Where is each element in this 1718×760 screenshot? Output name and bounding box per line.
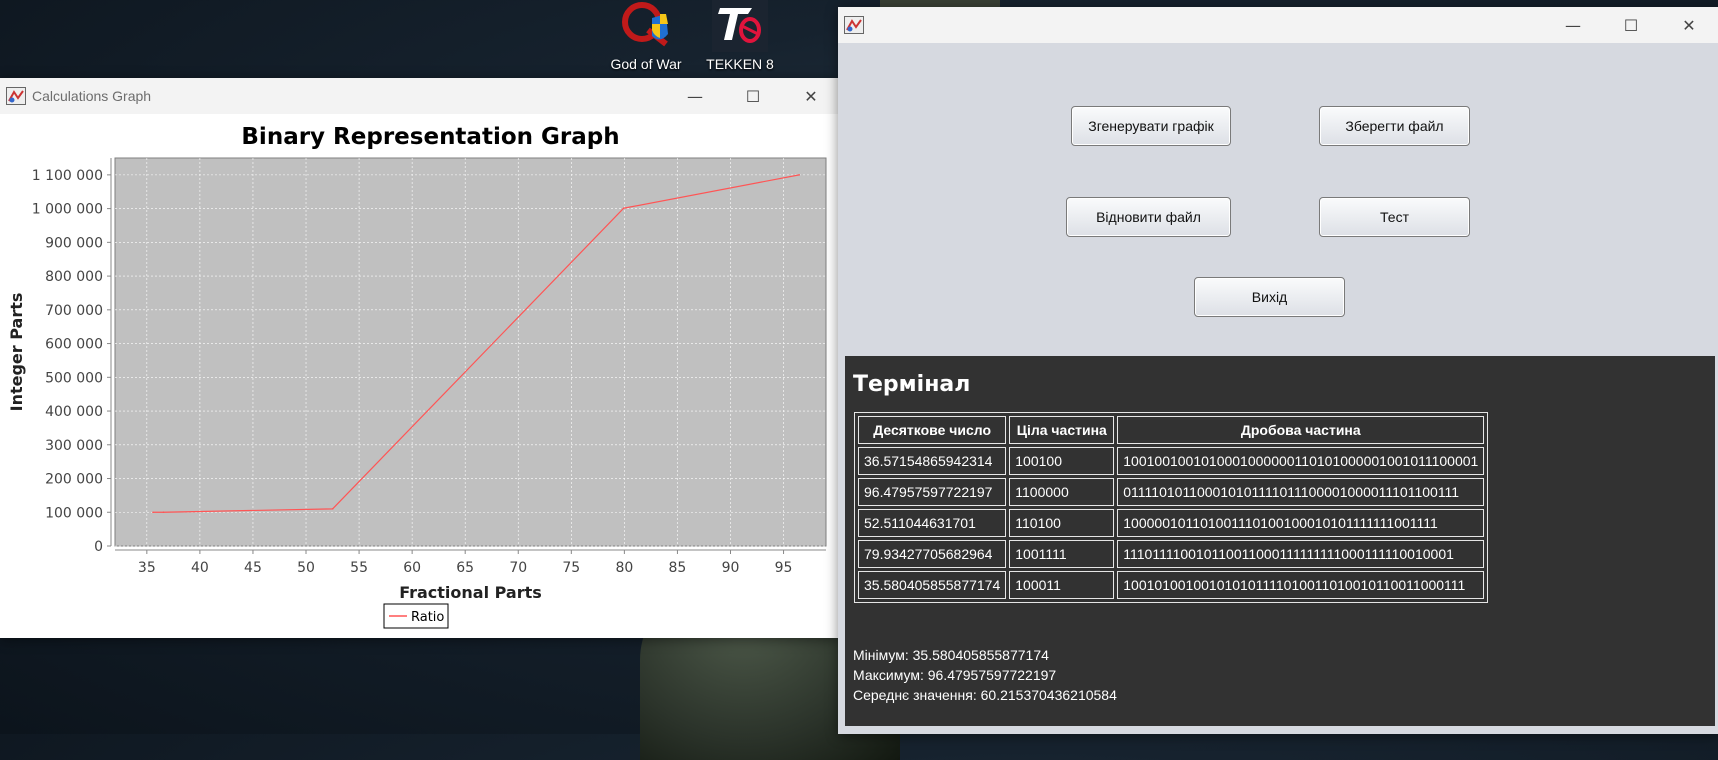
x-tick-label: 95 xyxy=(775,560,793,576)
data-point xyxy=(798,174,801,176)
tekken-8-icon xyxy=(712,0,768,52)
stat-maximum: Максимум: 96.47957597722197 xyxy=(853,667,1057,683)
cell-fraction: 1001001001010001000000110101000001001011… xyxy=(1117,447,1485,475)
desktop-icon-label: God of War xyxy=(610,56,682,72)
maximize-button[interactable]: ☐ xyxy=(1602,7,1660,43)
terminal-title: Термінал xyxy=(853,372,971,397)
results-table: Десяткове число Ціла частина Дробова час… xyxy=(854,412,1489,603)
desktop-icon-label: TEKKEN 8 xyxy=(706,56,774,72)
table-row: 96.47957597722197 1100000 01111010110001… xyxy=(858,478,1485,506)
y-axis-label: Integer Parts xyxy=(7,293,26,412)
y-tick-label: 0 xyxy=(94,539,103,555)
header-decimal: Десяткове число xyxy=(858,416,1007,444)
x-tick-label: 40 xyxy=(191,560,209,576)
x-tick-label: 50 xyxy=(297,560,315,576)
plot-background xyxy=(114,157,827,547)
test-button[interactable]: Тест xyxy=(1319,197,1470,237)
main-window-titlebar[interactable]: — ☐ ✕ xyxy=(838,7,1718,43)
chart-title: Binary Representation Graph xyxy=(241,124,619,150)
y-tick-label: 1 100 000 xyxy=(32,168,103,184)
table-row: 35.580405855877174 100011 10010100100101… xyxy=(858,571,1485,599)
minimize-button[interactable]: — xyxy=(666,78,724,114)
cell-integer: 100100 xyxy=(1009,447,1115,475)
x-tick-label: 60 xyxy=(403,560,421,576)
x-tick-label: 75 xyxy=(562,560,580,576)
x-tick-label: 55 xyxy=(350,560,368,576)
x-tick-label: 90 xyxy=(722,560,740,576)
y-tick-label: 800 000 xyxy=(45,269,103,285)
window-title: Calculations Graph xyxy=(32,88,152,104)
save-file-button[interactable]: Зберегти файл xyxy=(1319,106,1470,146)
cell-integer: 1100000 xyxy=(1009,478,1115,506)
header-fractional-part: Дробова частина xyxy=(1117,416,1485,444)
y-tick-label: 200 000 xyxy=(45,472,103,488)
x-axis-label: Fractional Parts xyxy=(399,583,542,602)
maximize-button[interactable]: ☐ xyxy=(724,78,782,114)
x-tick-label: 85 xyxy=(669,560,687,576)
cell-integer: 110100 xyxy=(1009,509,1115,537)
header-integer-part: Ціла частина xyxy=(1009,416,1115,444)
cell-decimal: 36.57154865942314 xyxy=(858,447,1007,475)
cell-fraction: 0111101011000101011110111000010000111011… xyxy=(1117,478,1485,506)
calculations-graph-window: Calculations Graph — ☐ ✕ 35 40 45 50 55 60 65 7… xyxy=(0,78,840,638)
desktop-icon-god-of-war[interactable]: God of War xyxy=(598,0,694,72)
y-tick-label: 900 000 xyxy=(45,235,103,251)
x-tick-label: 35 xyxy=(138,560,156,576)
x-tick-label: 45 xyxy=(244,560,262,576)
statistics-block: Мінімум: 35.580405855877174 Максимум: 96… xyxy=(853,645,1117,705)
stat-average: Середнє значення: 60.215370436210584 xyxy=(853,687,1117,703)
terminal-panel: Термінал Десяткове число Ціла частина Др… xyxy=(845,356,1715,726)
cell-integer: 1001111 xyxy=(1009,540,1115,568)
close-button[interactable]: ✕ xyxy=(782,78,840,114)
cell-decimal: 96.47957597722197 xyxy=(858,478,1007,506)
close-button[interactable]: ✕ xyxy=(1660,7,1718,43)
table-row: 52.511044631701 110100 10000010110100111… xyxy=(858,509,1485,537)
cell-integer: 100011 xyxy=(1009,571,1115,599)
y-tick-label: 1 000 000 xyxy=(32,202,103,218)
restore-file-button[interactable]: Відновити файл xyxy=(1066,197,1231,237)
cell-fraction: 1000001011010011101001000101011111110011… xyxy=(1117,509,1485,537)
cell-decimal: 35.580405855877174 xyxy=(858,571,1007,599)
table-header-row: Десяткове число Ціла частина Дробова час… xyxy=(858,416,1485,444)
desktop-icon-tekken-8[interactable]: TEKKEN 8 xyxy=(692,0,788,72)
x-tick-label: 70 xyxy=(509,560,527,576)
y-tick-label: 400 000 xyxy=(45,404,103,420)
x-tick-label: 80 xyxy=(615,560,633,576)
data-point xyxy=(152,511,154,514)
y-tick-label: 100 000 xyxy=(45,505,103,521)
legend-label: Ratio xyxy=(411,610,444,625)
minimize-button[interactable]: — xyxy=(1544,7,1602,43)
line-chart: 35 40 45 50 55 60 65 70 75 80 85 90 95 0 100 000 200 00… xyxy=(7,124,827,629)
table-row: 79.93427705682964 1001111 11101111001011… xyxy=(858,540,1485,568)
cell-fraction: 1001010010010101011110100110100101100110… xyxy=(1117,571,1485,599)
cell-decimal: 79.93427705682964 xyxy=(858,540,1007,568)
x-tick-label: 65 xyxy=(456,560,474,576)
java-app-icon xyxy=(6,87,26,105)
stat-minimum: Мінімум: 35.580405855877174 xyxy=(853,647,1049,663)
table-row: 36.57154865942314 100100 100100100101000… xyxy=(858,447,1485,475)
data-point xyxy=(331,508,334,510)
chart-panel: 35 40 45 50 55 60 65 70 75 80 85 90 95 0 100 000 200 00… xyxy=(0,114,840,638)
exit-button[interactable]: Вихід xyxy=(1194,277,1345,317)
graph-window-titlebar[interactable]: Calculations Graph — ☐ ✕ xyxy=(0,78,840,114)
java-app-icon xyxy=(844,16,864,34)
data-point xyxy=(622,207,625,210)
y-tick-label: 500 000 xyxy=(45,370,103,386)
cell-fraction: 1110111100101100110001111111110001111100… xyxy=(1117,540,1485,568)
god-of-war-icon xyxy=(618,0,674,52)
cell-decimal: 52.511044631701 xyxy=(858,509,1007,537)
y-tick-label: 600 000 xyxy=(45,337,103,353)
y-tick-label: 700 000 xyxy=(45,303,103,319)
generate-graph-button[interactable]: Згенерувати графік xyxy=(1071,106,1231,146)
y-tick-label: 300 000 xyxy=(45,438,103,454)
data-point xyxy=(162,511,165,514)
main-window: — ☐ ✕ Згенерувати графік Зберегти файл В… xyxy=(838,7,1718,734)
